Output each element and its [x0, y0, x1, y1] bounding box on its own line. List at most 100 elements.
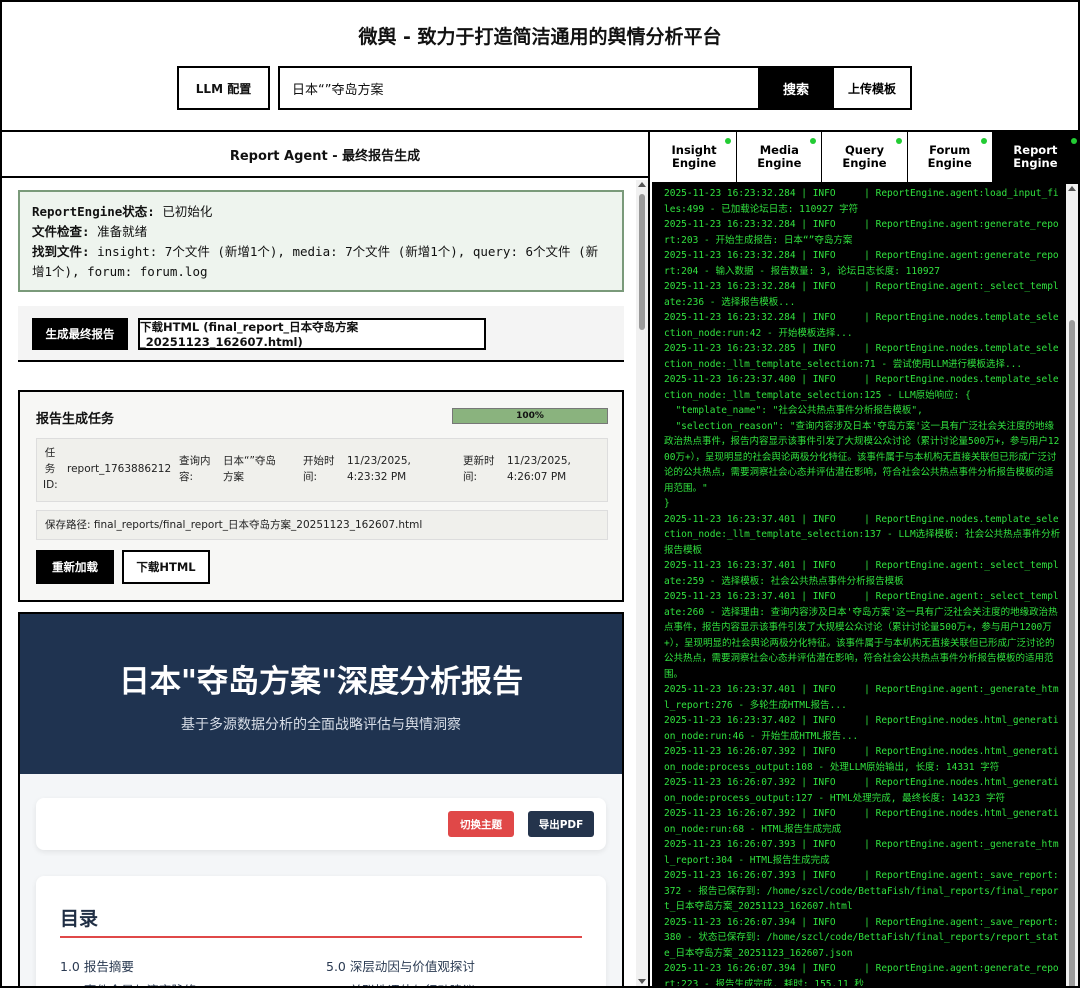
llm-config-button[interactable]: LLM 配置	[177, 66, 270, 110]
scroll-down-arrow-icon[interactable]	[638, 979, 646, 984]
log-line: 2025-11-23 16:23:37.400 | INFO | ReportE…	[664, 374, 1059, 401]
progress-text: 100%	[516, 411, 544, 421]
report-action-bar: 生成最终报告 下载HTML (final_report_日本夺岛方案_20251…	[18, 306, 624, 362]
app-window: 微舆 - 致力于打造简洁通用的舆情分析平台 LLM 配置 搜索 上传模板 Rep…	[0, 0, 1080, 988]
toc-item[interactable]: 2.0 事件全景与演变脉络	[60, 980, 196, 986]
scroll-up-arrow-icon[interactable]	[638, 182, 646, 187]
report-agent-panel: Report Agent - 最终报告生成 ReportEngine状态: 已初…	[2, 132, 650, 986]
log-line: "template_name": "社会公共热点事件分析报告模板",	[664, 405, 923, 416]
search-button[interactable]: 搜索	[758, 68, 834, 108]
report-toolbar: 切换主题 导出PDF	[36, 798, 606, 850]
app-title: 微舆 - 致力于打造简洁通用的舆情分析平台	[358, 26, 722, 48]
status-state-value: 已初始化	[162, 204, 213, 219]
found-files-value: insight: 7个文件 (新增1个), media: 7个文件 (新增1个)…	[32, 244, 599, 279]
task-meta-grid: 任务ID: report_1763886212 查询内容: 日本“”夺岛方案 开…	[36, 438, 608, 502]
top-header: 微舆 - 致力于打造简洁通用的舆情分析平台 LLM 配置 搜索 上传模板	[2, 2, 1078, 132]
save-path-label: 保存路径:	[45, 519, 91, 531]
log-line: "selection_reason": "查询内容涉及日本'夺岛方案'这一具有广…	[664, 420, 1060, 494]
start-time-label: 开始时间:	[303, 455, 335, 483]
log-line: 2025-11-23 16:26:07.392 | INFO | ReportE…	[664, 808, 1059, 835]
tab-insight-engine[interactable]: Insight Engine	[652, 132, 738, 182]
start-time-value: 11/23/2025, 4:23:32 PM	[347, 455, 411, 483]
save-path-value: final_reports/final_report_日本夺岛方案_202511…	[93, 519, 423, 531]
scroll-thumb[interactable]	[1069, 320, 1075, 986]
toc-item[interactable]: 5.0 深层动因与价值观探讨	[326, 956, 475, 975]
scroll-up-arrow-icon[interactable]	[1068, 186, 1076, 191]
reload-button[interactable]: 重新加载	[36, 550, 114, 584]
file-check-value: 准备就绪	[97, 224, 148, 239]
status-dot-icon	[810, 138, 817, 144]
table-of-contents: 目录 1.0 报告摘要 5.0 深层动因与价值观探讨 2.0 事件全景与演变脉络…	[36, 876, 606, 986]
log-line: 2025-11-23 16:23:32.284 | INFO | ReportE…	[664, 219, 1059, 246]
toc-title: 目录	[60, 908, 99, 930]
tab-forum-engine[interactable]: Forum Engine	[907, 132, 993, 182]
report-task-card: 报告生成任务 100% 任务ID: report_1763886212 查询内容…	[18, 390, 624, 602]
status-dot-icon	[895, 138, 902, 144]
update-time-label: 更新时间:	[463, 455, 495, 483]
toc-item[interactable]: 6.0 关联性评估与行动建议	[326, 980, 475, 986]
download-html-button[interactable]: 下载HTML	[122, 550, 210, 584]
log-line: 2025-11-23 16:23:37.401 | INFO | ReportE…	[664, 684, 1059, 711]
log-line: 2025-11-23 16:26:07.392 | INFO | ReportE…	[664, 746, 1059, 773]
scroll-thumb[interactable]	[639, 194, 645, 330]
log-line: }	[664, 498, 670, 509]
toc-divider	[60, 936, 582, 938]
report-scroll-area[interactable]: ReportEngine状态: 已初始化 文件检查: 准备就绪 找到文件: in…	[2, 180, 638, 986]
toc-item[interactable]: 1.0 报告摘要	[60, 956, 134, 975]
log-console[interactable]: 2025-11-23 16:23:32.284 | INFO | ReportE…	[664, 186, 1062, 986]
log-line: 2025-11-23 16:23:37.401 | INFO | ReportE…	[664, 591, 1059, 680]
tab-media-engine[interactable]: Media Engine	[737, 132, 823, 182]
report-title: 日本"夺岛方案"深度分析报告	[118, 664, 524, 700]
report-hero: 日本"夺岛方案"深度分析报告 基于多源数据分析的全面战略评估与舆情洞察	[20, 614, 622, 774]
status-dot-icon	[1071, 138, 1077, 144]
toggle-theme-button[interactable]: 切换主题	[448, 811, 514, 837]
log-line: 2025-11-23 16:26:07.392 | INFO | ReportE…	[664, 777, 1059, 804]
tab-label: Forum Engine	[927, 143, 972, 170]
search-input[interactable]	[280, 68, 758, 108]
right-scrollbar[interactable]	[1066, 184, 1078, 986]
log-line: 2025-11-23 16:26:07.393 | INFO | ReportE…	[664, 839, 1059, 866]
task-title: 报告生成任务	[36, 412, 115, 427]
tab-label: Query Engine	[842, 143, 887, 170]
query-value: 日本“”夺岛方案	[223, 455, 276, 483]
task-progress-bar: 100%	[452, 408, 608, 424]
panel-title: Report Agent - 最终报告生成	[2, 132, 648, 178]
task-id-value: report_1763886212	[67, 463, 172, 475]
status-state-label: ReportEngine状态:	[32, 204, 155, 219]
log-line: 2025-11-23 16:26:07.394 | INFO | ReportE…	[664, 963, 1059, 986]
log-line: 2025-11-23 16:26:07.394 | INFO | ReportE…	[664, 916, 1059, 959]
tab-query-engine[interactable]: Query Engine	[822, 132, 908, 182]
tab-label: Media Engine	[757, 143, 802, 170]
log-line: 2025-11-23 16:23:32.284 | INFO | ReportE…	[664, 250, 1059, 277]
search-bar: 搜索 上传模板	[278, 66, 912, 110]
log-line: 2025-11-23 16:23:32.284 | INFO | ReportE…	[664, 312, 1059, 339]
task-id-label: 任务ID:	[43, 447, 58, 491]
log-line: 2025-11-23 16:23:32.285 | INFO | ReportE…	[664, 343, 1059, 370]
file-check-label: 文件检查:	[32, 224, 90, 239]
query-label: 查询内容:	[179, 455, 211, 483]
engine-log-panel: Insight Engine Media Engine Query Engine…	[652, 132, 1078, 986]
engine-status-box: ReportEngine状态: 已初始化 文件检查: 准备就绪 找到文件: in…	[18, 190, 624, 292]
export-pdf-button[interactable]: 导出PDF	[528, 811, 594, 837]
tab-label: Report Engine	[1013, 143, 1058, 170]
upload-template-button[interactable]: 上传模板	[834, 68, 910, 108]
generate-report-button[interactable]: 生成最终报告	[32, 318, 128, 350]
log-line: 2025-11-23 16:26:07.393 | INFO | ReportE…	[664, 870, 1059, 912]
log-line: 2025-11-23 16:23:37.401 | INFO | ReportE…	[664, 513, 1061, 556]
tab-label: Insight Engine	[671, 143, 717, 170]
engine-tabs: Insight Engine Media Engine Query Engine…	[652, 132, 1078, 184]
log-line: 2025-11-23 16:23:37.401 | INFO | ReportE…	[664, 560, 1059, 587]
download-report-button[interactable]: 下载HTML (final_report_日本夺岛方案_20251123_162…	[138, 318, 486, 350]
update-time-value: 11/23/2025, 4:26:07 PM	[507, 455, 571, 483]
tab-report-engine[interactable]: Report Engine	[992, 132, 1078, 182]
log-line: 2025-11-23 16:23:37.402 | INFO | ReportE…	[664, 715, 1059, 742]
status-dot-icon	[980, 138, 987, 144]
report-preview-frame[interactable]: 日本"夺岛方案"深度分析报告 基于多源数据分析的全面战略评估与舆情洞察 切换主题…	[18, 612, 624, 986]
status-dot-icon	[725, 138, 732, 144]
report-subtitle: 基于多源数据分析的全面战略评估与舆情洞察	[181, 717, 461, 733]
log-line: 2025-11-23 16:23:32.284 | INFO | ReportE…	[664, 188, 1059, 215]
found-files-label: 找到文件:	[32, 244, 90, 259]
left-scrollbar[interactable]	[636, 180, 648, 986]
log-line: 2025-11-23 16:23:32.284 | INFO | ReportE…	[664, 281, 1059, 308]
save-path-row: 保存路径: final_reports/final_report_日本夺岛方案_…	[36, 510, 608, 540]
